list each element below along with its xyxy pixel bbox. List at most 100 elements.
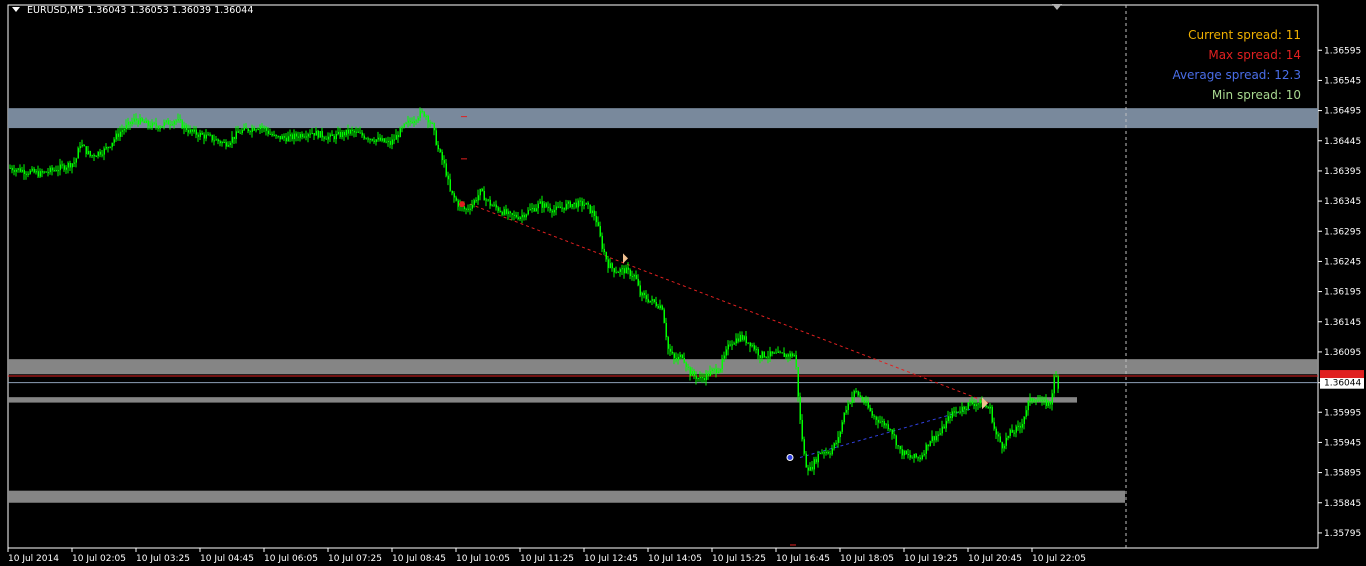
candle-body <box>959 411 961 413</box>
candle-body <box>9 167 11 169</box>
close-arrow-icon[interactable] <box>623 253 628 264</box>
y-tick-label: 1.35895 <box>1324 469 1361 479</box>
candle-body <box>303 136 305 138</box>
candle-body <box>567 201 569 204</box>
candle-body <box>223 142 225 144</box>
candle-body <box>757 349 759 356</box>
candle-body <box>149 125 151 128</box>
candle-body <box>199 132 201 137</box>
candle-body <box>851 397 853 403</box>
candle-body <box>691 371 693 376</box>
candle-body <box>541 201 543 208</box>
candle-body <box>631 276 633 278</box>
candle-body <box>853 390 855 398</box>
candle-body <box>787 354 789 357</box>
sell-entry-icon[interactable] <box>459 201 465 208</box>
candle-body <box>639 285 641 296</box>
candle-body <box>1035 400 1037 402</box>
candle-body <box>411 121 413 123</box>
x-tick-label: 10 Jul 18:05 <box>840 554 894 564</box>
candle-body <box>729 344 731 346</box>
candle-body <box>445 163 447 176</box>
candle-body <box>1051 393 1053 405</box>
candle-body <box>273 134 275 136</box>
zone-gray[interactable] <box>8 359 1318 375</box>
chart-window[interactable]: 1.36595 1.36545 1.36495 1.36445 1.36395 1.363… <box>0 0 1366 566</box>
y-tick-label: 1.35845 <box>1324 499 1361 509</box>
candle-body <box>993 422 995 429</box>
candle-body <box>131 121 133 125</box>
candle-body <box>47 172 49 174</box>
candle-body <box>897 445 899 447</box>
candle-body <box>57 170 59 172</box>
candle-body <box>621 268 623 270</box>
candle-body <box>533 207 535 212</box>
candle-body <box>705 373 707 381</box>
price-chart[interactable]: 1.36595 1.36545 1.36495 1.36445 1.36395 1.363… <box>0 0 1366 566</box>
candle-body <box>431 122 433 124</box>
candle-body <box>535 208 537 212</box>
candle-body <box>27 173 29 175</box>
candle-body <box>37 171 39 177</box>
candle-body <box>759 355 761 358</box>
candle-body <box>789 353 791 357</box>
candle-body <box>785 354 787 357</box>
candle-body <box>1005 437 1007 446</box>
chart-shift-marker-icon[interactable] <box>1052 4 1062 10</box>
candle-body <box>101 154 103 156</box>
candle-body <box>1055 376 1057 378</box>
candle-body <box>883 421 885 426</box>
candle-body <box>685 362 687 367</box>
candle-body <box>351 129 353 131</box>
candle-body <box>493 204 495 206</box>
candle-body <box>41 171 43 173</box>
candle-body <box>977 403 979 405</box>
candle-body <box>45 171 47 173</box>
candle-body <box>177 119 179 121</box>
candle-body <box>347 129 349 134</box>
candle-body <box>661 305 663 310</box>
candle-body <box>663 309 665 323</box>
zone-gray[interactable] <box>8 397 1077 403</box>
candle-body <box>435 130 437 145</box>
candle-body <box>1037 400 1039 402</box>
candle-body <box>203 134 205 139</box>
candle-body <box>751 345 753 347</box>
x-tick-label: 10 Jul 03:25 <box>136 554 190 564</box>
candle-body <box>547 206 549 208</box>
candle-body <box>325 138 327 140</box>
candle-body <box>913 453 915 458</box>
candle-body <box>367 138 369 140</box>
chart-title-bar: EURUSD,M5 1.36043 1.36053 1.36039 1.3604… <box>12 5 253 16</box>
candle-body <box>941 426 943 434</box>
candle-body <box>441 151 443 161</box>
candle-body <box>311 133 313 135</box>
x-tick-label: 10 Jul 08:45 <box>392 554 446 564</box>
candle-body <box>271 133 273 136</box>
candle-body <box>645 295 647 300</box>
candle-body <box>77 148 79 159</box>
chart-menu-arrow-icon[interactable] <box>12 7 20 12</box>
candle-body <box>49 167 51 173</box>
candle-body <box>111 142 113 147</box>
candle-body <box>329 134 331 137</box>
buy-entry-icon[interactable] <box>786 454 794 461</box>
candle-body <box>585 202 587 205</box>
candle-body <box>917 457 919 459</box>
zone-blue[interactable] <box>8 108 1318 129</box>
candle-body <box>557 206 559 208</box>
candle-body <box>593 210 595 217</box>
candle-body <box>509 211 511 214</box>
candle-body <box>899 446 901 450</box>
candle-body <box>1045 399 1047 406</box>
zone-gray[interactable] <box>8 490 1125 503</box>
y-tick-label: 1.36595 <box>1324 46 1361 56</box>
y-tick-label: 1.36495 <box>1324 107 1361 117</box>
candle-body <box>531 207 533 210</box>
candle-body <box>885 424 887 426</box>
current-spread-label: Current spread: 11 <box>1188 28 1301 42</box>
candle-body <box>967 402 969 409</box>
x-tick-label: 10 Jul 07:25 <box>328 554 382 564</box>
candle-body <box>999 436 1001 443</box>
candle-body <box>181 120 183 129</box>
